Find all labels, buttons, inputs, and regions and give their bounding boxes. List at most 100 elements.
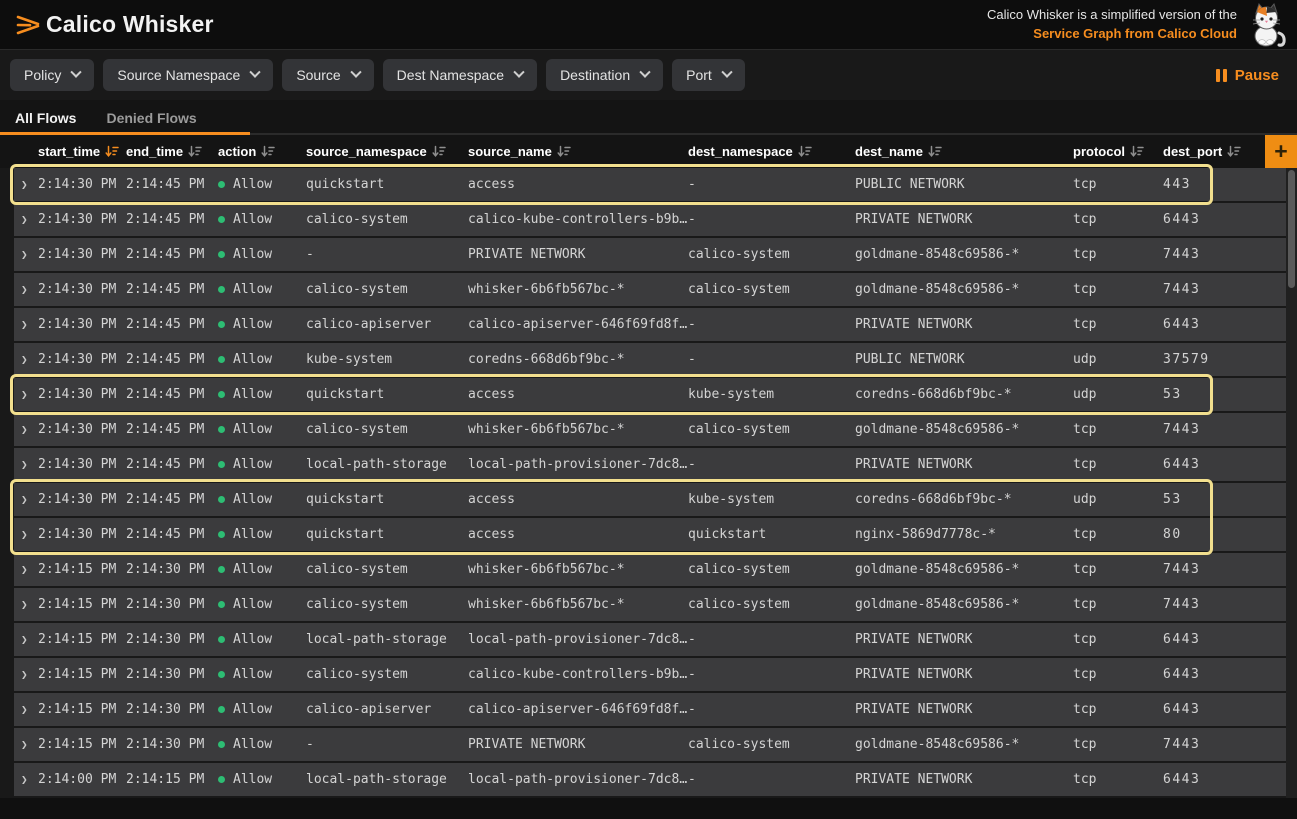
cell-dest_namespace: -: [688, 352, 855, 367]
flow-row[interactable]: ❯ 2:14:30 PM 2:14:45 PM Allow calico-sys…: [14, 273, 1286, 306]
sort-icon[interactable]: [798, 145, 812, 158]
cell-end_time: 2:14:45 PM: [126, 422, 218, 437]
flow-row[interactable]: ❯ 2:14:30 PM 2:14:45 PM Allow calico-sys…: [14, 203, 1286, 236]
chevron-right-icon[interactable]: ❯: [14, 668, 28, 681]
flow-row[interactable]: ❯ 2:14:30 PM 2:14:45 PM Allow - PRIVATE …: [14, 238, 1286, 271]
cell-protocol: tcp: [1073, 702, 1163, 717]
chevron-right-icon[interactable]: ❯: [14, 353, 28, 366]
sort-icon[interactable]: [105, 145, 119, 158]
app-title: Calico Whisker: [46, 11, 214, 38]
flow-row[interactable]: ❯ 2:14:30 PM 2:14:45 PM Allow quickstart…: [14, 168, 1286, 201]
cell-source_namespace: quickstart: [306, 492, 468, 507]
cell-protocol: tcp: [1073, 282, 1163, 297]
column-header-action[interactable]: action: [218, 144, 306, 159]
cell-protocol: udp: [1073, 352, 1163, 367]
flow-row[interactable]: ❯ 2:14:00 PM 2:14:15 PM Allow local-path…: [14, 763, 1286, 796]
chevron-right-icon[interactable]: ❯: [14, 318, 28, 331]
flow-row[interactable]: ❯ 2:14:30 PM 2:14:45 PM Allow quickstart…: [14, 483, 1286, 516]
chevron-right-icon[interactable]: ❯: [14, 703, 28, 716]
flow-row[interactable]: ❯ 2:14:30 PM 2:14:45 PM Allow calico-sys…: [14, 413, 1286, 446]
cell-dest_port: 7443: [1163, 562, 1286, 577]
column-header-start_time[interactable]: start_time: [38, 144, 126, 159]
cell-action: Allow: [233, 597, 272, 612]
cell-dest_name: goldmane-8548c69586-*: [855, 282, 1073, 297]
chevron-right-icon[interactable]: ❯: [14, 388, 28, 401]
column-header-dest_name[interactable]: dest_name: [855, 144, 1073, 159]
chevron-right-icon[interactable]: ❯: [14, 178, 28, 191]
sort-icon[interactable]: [432, 145, 446, 158]
column-header-dest_namespace[interactable]: dest_namespace: [688, 144, 855, 159]
cell-dest_port: 6443: [1163, 317, 1286, 332]
sort-icon[interactable]: [1130, 145, 1144, 158]
cell-action: Allow: [233, 632, 272, 647]
cell-end_time: 2:14:45 PM: [126, 352, 218, 367]
vertical-scrollbar[interactable]: [1286, 168, 1297, 798]
chevron-right-icon[interactable]: ❯: [14, 283, 28, 296]
flow-row[interactable]: ❯ 2:14:30 PM 2:14:45 PM Allow quickstart…: [14, 518, 1286, 551]
sort-icon[interactable]: [1227, 145, 1241, 158]
active-tab-indicator: [0, 132, 250, 135]
filter-source-namespace[interactable]: Source Namespace: [103, 59, 273, 91]
allow-status-dot: [218, 181, 225, 188]
cell-end_time: 2:14:30 PM: [126, 737, 218, 752]
service-graph-link[interactable]: Service Graph from Calico Cloud: [987, 25, 1237, 44]
cell-source_namespace: -: [306, 737, 468, 752]
pause-button[interactable]: Pause: [1216, 67, 1279, 84]
cell-dest_port: 6443: [1163, 457, 1286, 472]
cell-dest_namespace: calico-system: [688, 562, 855, 577]
chevron-right-icon[interactable]: ❯: [14, 458, 28, 471]
flow-row[interactable]: ❯ 2:14:15 PM 2:14:30 PM Allow - PRIVATE …: [14, 728, 1286, 761]
chevron-right-icon[interactable]: ❯: [14, 563, 28, 576]
cell-dest_namespace: quickstart: [688, 527, 855, 542]
sort-icon[interactable]: [188, 145, 202, 158]
flow-row[interactable]: ❯ 2:14:15 PM 2:14:30 PM Allow calico-api…: [14, 693, 1286, 726]
flow-row[interactable]: ❯ 2:14:15 PM 2:14:30 PM Allow calico-sys…: [14, 553, 1286, 586]
scrollbar-thumb[interactable]: [1288, 170, 1295, 288]
column-header-end_time[interactable]: end_time: [126, 144, 218, 159]
cell-dest_port: 53: [1163, 387, 1286, 402]
chevron-right-icon[interactable]: ❯: [14, 633, 28, 646]
filter-port[interactable]: Port: [672, 59, 745, 91]
allow-status-dot: [218, 216, 225, 223]
add-column-button[interactable]: +: [1265, 135, 1297, 168]
sort-icon[interactable]: [557, 145, 571, 158]
column-header-source_name[interactable]: source_name: [468, 144, 688, 159]
column-header-source_namespace[interactable]: source_namespace: [306, 144, 468, 159]
chevron-right-icon[interactable]: ❯: [14, 738, 28, 751]
flow-row[interactable]: ❯ 2:14:15 PM 2:14:30 PM Allow local-path…: [14, 623, 1286, 656]
filter-destination[interactable]: Destination: [546, 59, 663, 91]
flow-row[interactable]: ❯ 2:14:30 PM 2:14:45 PM Allow local-path…: [14, 448, 1286, 481]
chevron-right-icon[interactable]: ❯: [14, 528, 28, 541]
flow-row[interactable]: ❯ 2:14:30 PM 2:14:45 PM Allow quickstart…: [14, 378, 1286, 411]
cell-dest_namespace: kube-system: [688, 387, 855, 402]
column-header-dest_port[interactable]: dest_port: [1163, 144, 1265, 159]
filter-source[interactable]: Source: [282, 59, 373, 91]
chevron-right-icon[interactable]: ❯: [14, 248, 28, 261]
chevron-right-icon[interactable]: ❯: [14, 213, 28, 226]
flow-row[interactable]: ❯ 2:14:15 PM 2:14:30 PM Allow calico-sys…: [14, 588, 1286, 621]
tab-all-flows[interactable]: All Flows: [0, 100, 91, 135]
sort-icon[interactable]: [261, 145, 275, 158]
cell-source_namespace: local-path-storage: [306, 632, 468, 647]
filter-policy[interactable]: Policy: [10, 59, 94, 91]
cell-source_namespace: calico-system: [306, 282, 468, 297]
filter-dest-namespace[interactable]: Dest Namespace: [383, 59, 537, 91]
cell-start_time: 2:14:15 PM: [38, 667, 126, 682]
allow-status-dot: [218, 356, 225, 363]
chevron-right-icon[interactable]: ❯: [14, 773, 28, 786]
sort-icon[interactable]: [928, 145, 942, 158]
flow-row[interactable]: ❯ 2:14:30 PM 2:14:45 PM Allow kube-syste…: [14, 343, 1286, 376]
tab-denied-flows[interactable]: Denied Flows: [91, 100, 211, 135]
chevron-right-icon[interactable]: ❯: [14, 493, 28, 506]
cell-action: Allow: [233, 457, 272, 472]
cell-source_namespace: -: [306, 247, 468, 262]
chevron-right-icon[interactable]: ❯: [14, 598, 28, 611]
column-header-protocol[interactable]: protocol: [1073, 144, 1163, 159]
cell-source_name: access: [468, 527, 688, 542]
allow-status-dot: [218, 496, 225, 503]
chevron-right-icon[interactable]: ❯: [14, 423, 28, 436]
cell-source_namespace: local-path-storage: [306, 772, 468, 787]
flow-row[interactable]: ❯ 2:14:15 PM 2:14:30 PM Allow calico-sys…: [14, 658, 1286, 691]
flow-row[interactable]: ❯ 2:14:30 PM 2:14:45 PM Allow calico-api…: [14, 308, 1286, 341]
cell-action: Allow: [233, 667, 272, 682]
